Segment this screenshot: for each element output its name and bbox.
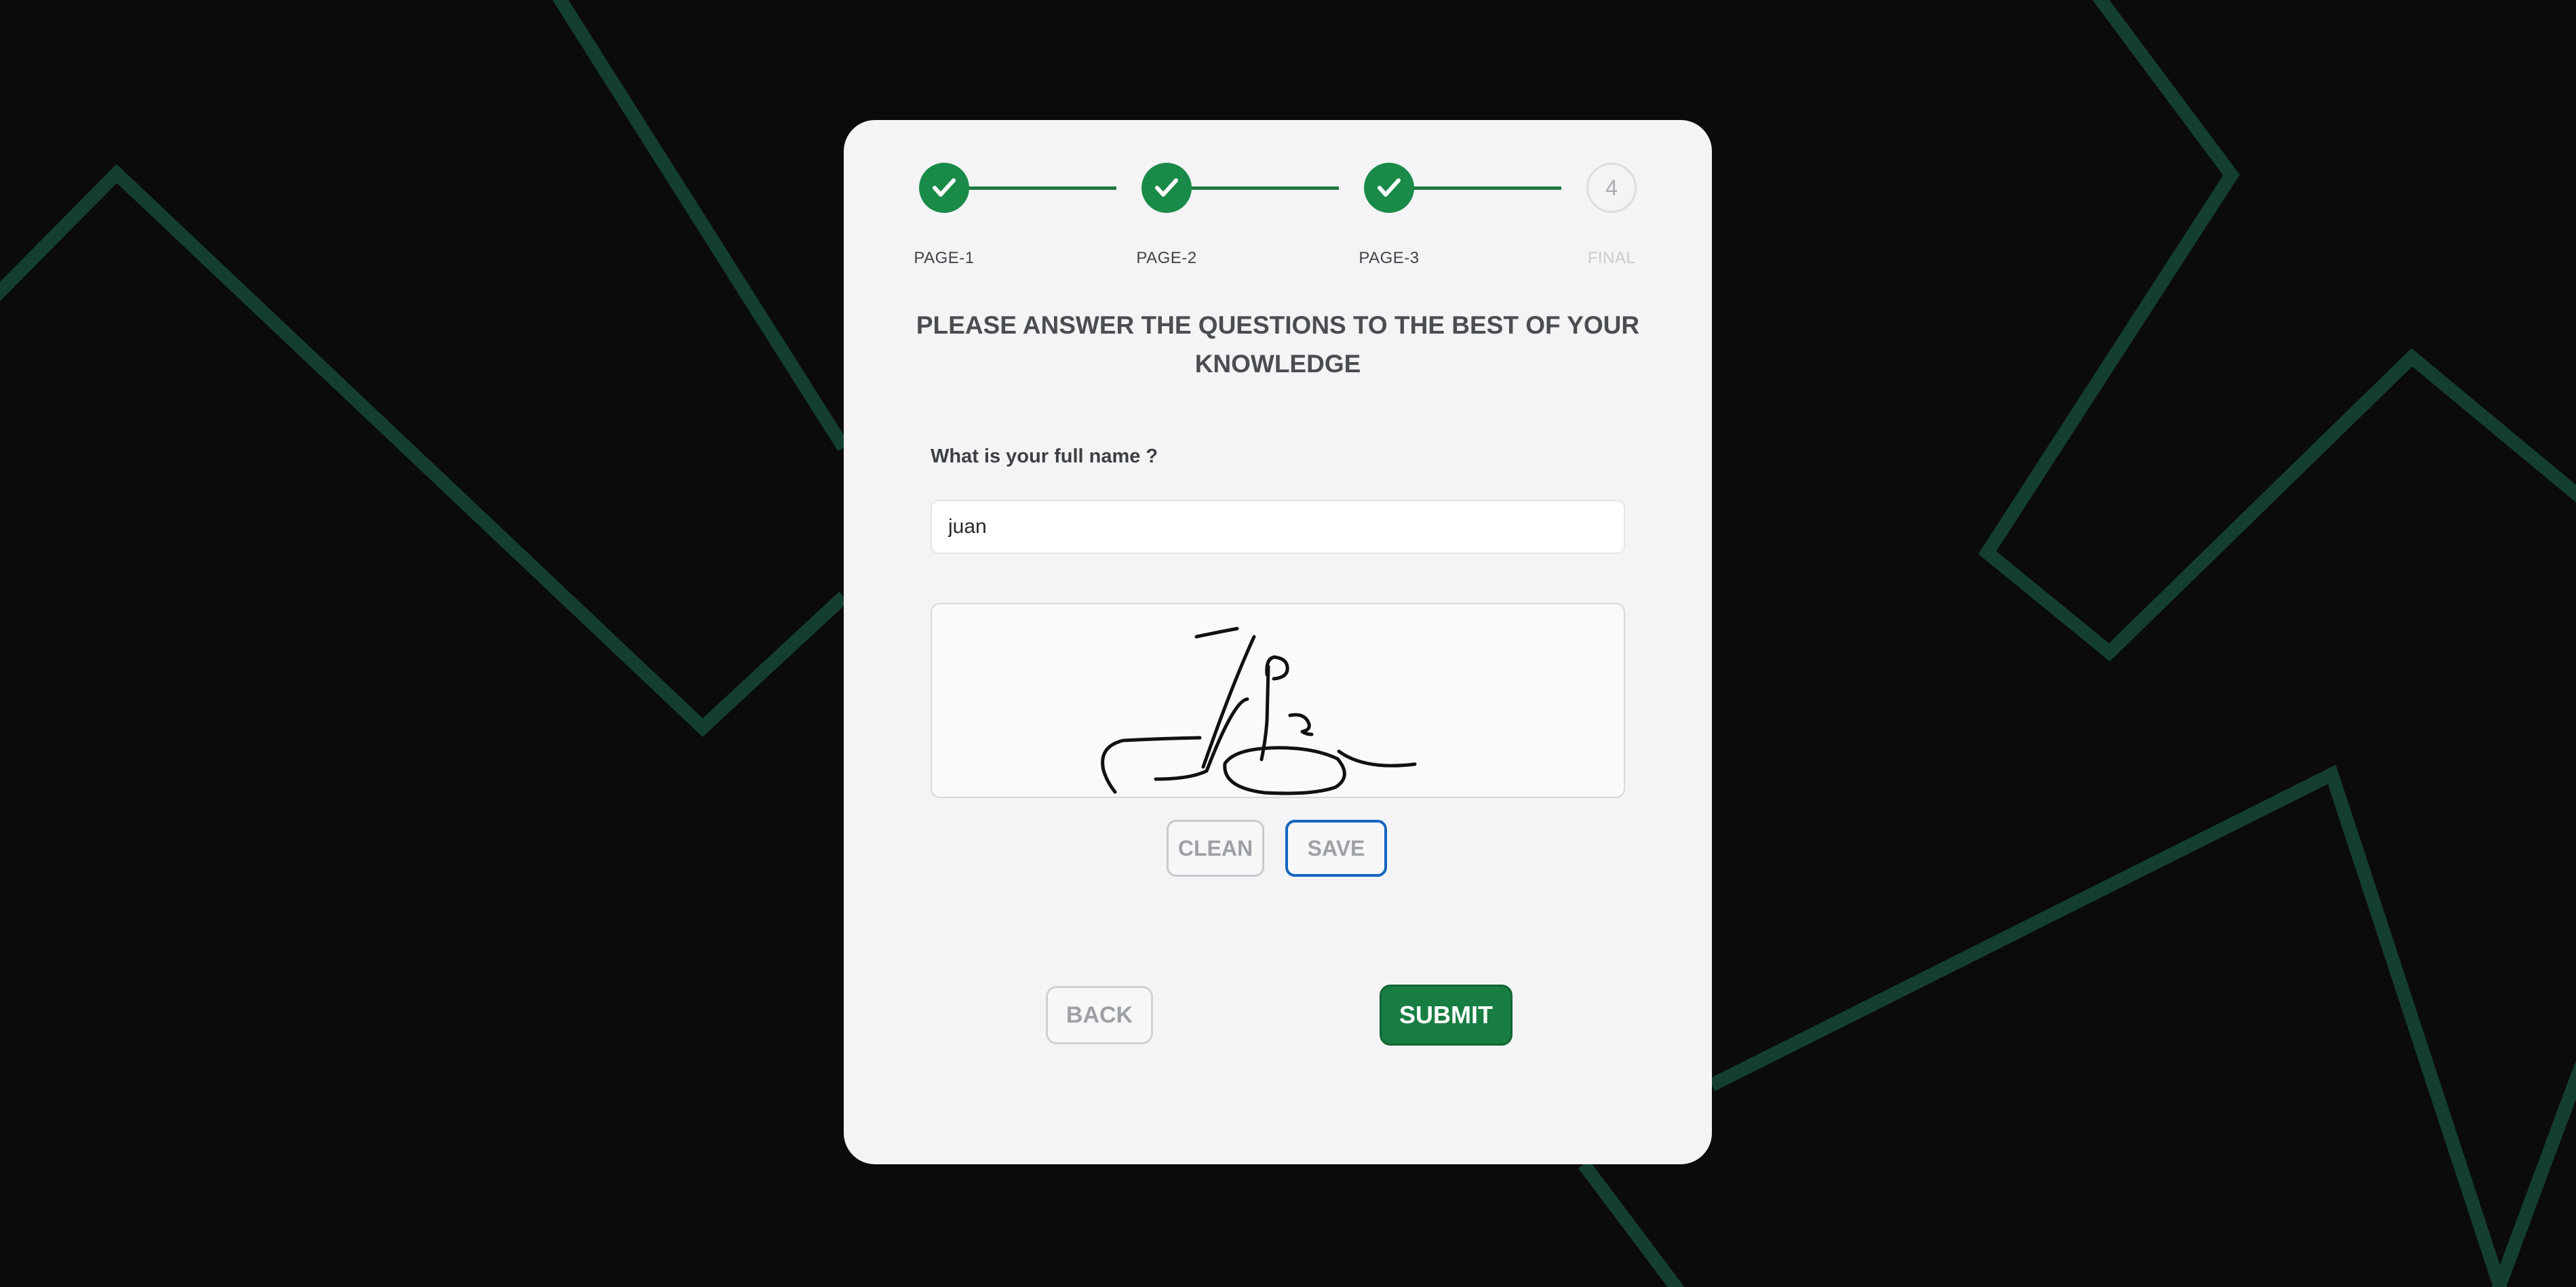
step-4-pending-indicator: 4 <box>1586 163 1637 213</box>
form-card: 4 PAGE-1 PAGE-2 PAGE-3 FINAL PLEASE ANSW… <box>844 120 1712 1164</box>
submit-button[interactable]: SUBMIT <box>1380 985 1513 1046</box>
step-connector <box>1167 186 1339 190</box>
step-label-final: FINAL <box>1587 249 1636 267</box>
save-signature-button[interactable]: SAVE <box>1285 820 1387 877</box>
step-3-complete-indicator <box>1364 163 1414 213</box>
page-title: PLEASE ANSWER THE QUESTIONS TO THE BEST … <box>916 311 1640 378</box>
step-label-page-3: PAGE-3 <box>1359 249 1420 267</box>
signature-drawing <box>1101 627 1417 795</box>
step-connector <box>944 186 1116 190</box>
full-name-input[interactable] <box>931 500 1625 554</box>
step-number: 4 <box>1605 175 1618 200</box>
checkmark-icon <box>1378 178 1401 197</box>
step-label-page-2: PAGE-2 <box>1136 249 1197 267</box>
page-background: 4 PAGE-1 PAGE-2 PAGE-3 FINAL PLEASE ANSW… <box>0 0 2576 1287</box>
signature-pad[interactable] <box>931 603 1625 798</box>
clean-signature-button[interactable]: CLEAN <box>1167 820 1264 877</box>
step-label-page-1: PAGE-1 <box>914 249 975 267</box>
progress-stepper: 4 PAGE-1 PAGE-2 PAGE-3 FINAL <box>844 120 1712 283</box>
full-name-question-label: What is your full name ? <box>931 446 1158 467</box>
back-button[interactable]: BACK <box>1046 986 1153 1044</box>
checkmark-icon <box>1155 178 1178 197</box>
step-1-complete-indicator <box>919 163 969 213</box>
checkmark-icon <box>933 178 956 197</box>
step-2-complete-indicator <box>1141 163 1192 213</box>
step-connector <box>1389 186 1561 190</box>
